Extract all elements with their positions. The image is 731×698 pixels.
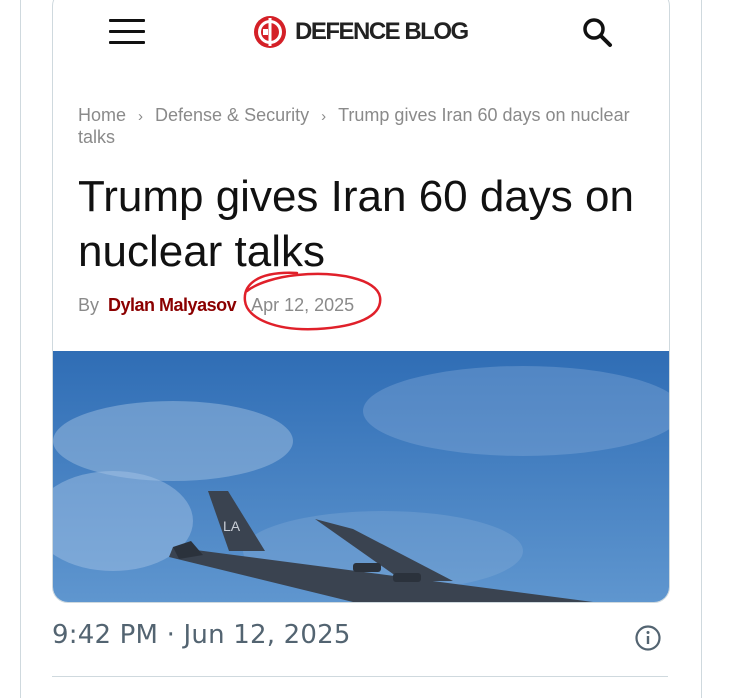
breadcrumb-home[interactable]: Home bbox=[78, 105, 126, 125]
breadcrumb-separator: › bbox=[138, 108, 144, 125]
tweet-timestamp[interactable]: 9:42 PM · Jun 12, 2025 bbox=[52, 620, 351, 650]
article-title: Trump gives Iran 60 days on nuclear talk… bbox=[78, 172, 634, 276]
site-name: DEFENCE BLOG bbox=[295, 18, 469, 45]
by-label: By bbox=[78, 295, 100, 315]
site-header: DEFENCE BLOG bbox=[53, 0, 669, 81]
publish-date: Apr 12, 2025 bbox=[243, 271, 382, 331]
article-hero-image[interactable]: LA bbox=[53, 351, 669, 602]
search-icon[interactable] bbox=[580, 15, 614, 49]
info-icon[interactable] bbox=[634, 624, 662, 652]
byline: By Dylan Malyasov Apr 12, 2025 bbox=[78, 271, 382, 331]
site-logo[interactable]: DEFENCE BLOG bbox=[253, 15, 469, 49]
breadcrumb: Home › Defense & Security › Trump gives Iran… bbox=[78, 105, 638, 147]
svg-text:LA: LA bbox=[223, 518, 241, 534]
hamburger-menu-icon[interactable] bbox=[109, 19, 145, 45]
author-link[interactable]: Dylan Malyasov bbox=[108, 295, 237, 315]
defence-blog-logo-icon bbox=[254, 16, 286, 48]
red-circle-annotation bbox=[243, 271, 382, 331]
breadcrumb-category[interactable]: Defense & Security bbox=[155, 105, 309, 125]
link-preview-card[interactable]: DEFENCE BLOG Home › Defense & Security › Tru… bbox=[52, 0, 670, 603]
divider bbox=[52, 676, 668, 677]
breadcrumb-separator: › bbox=[321, 108, 327, 125]
